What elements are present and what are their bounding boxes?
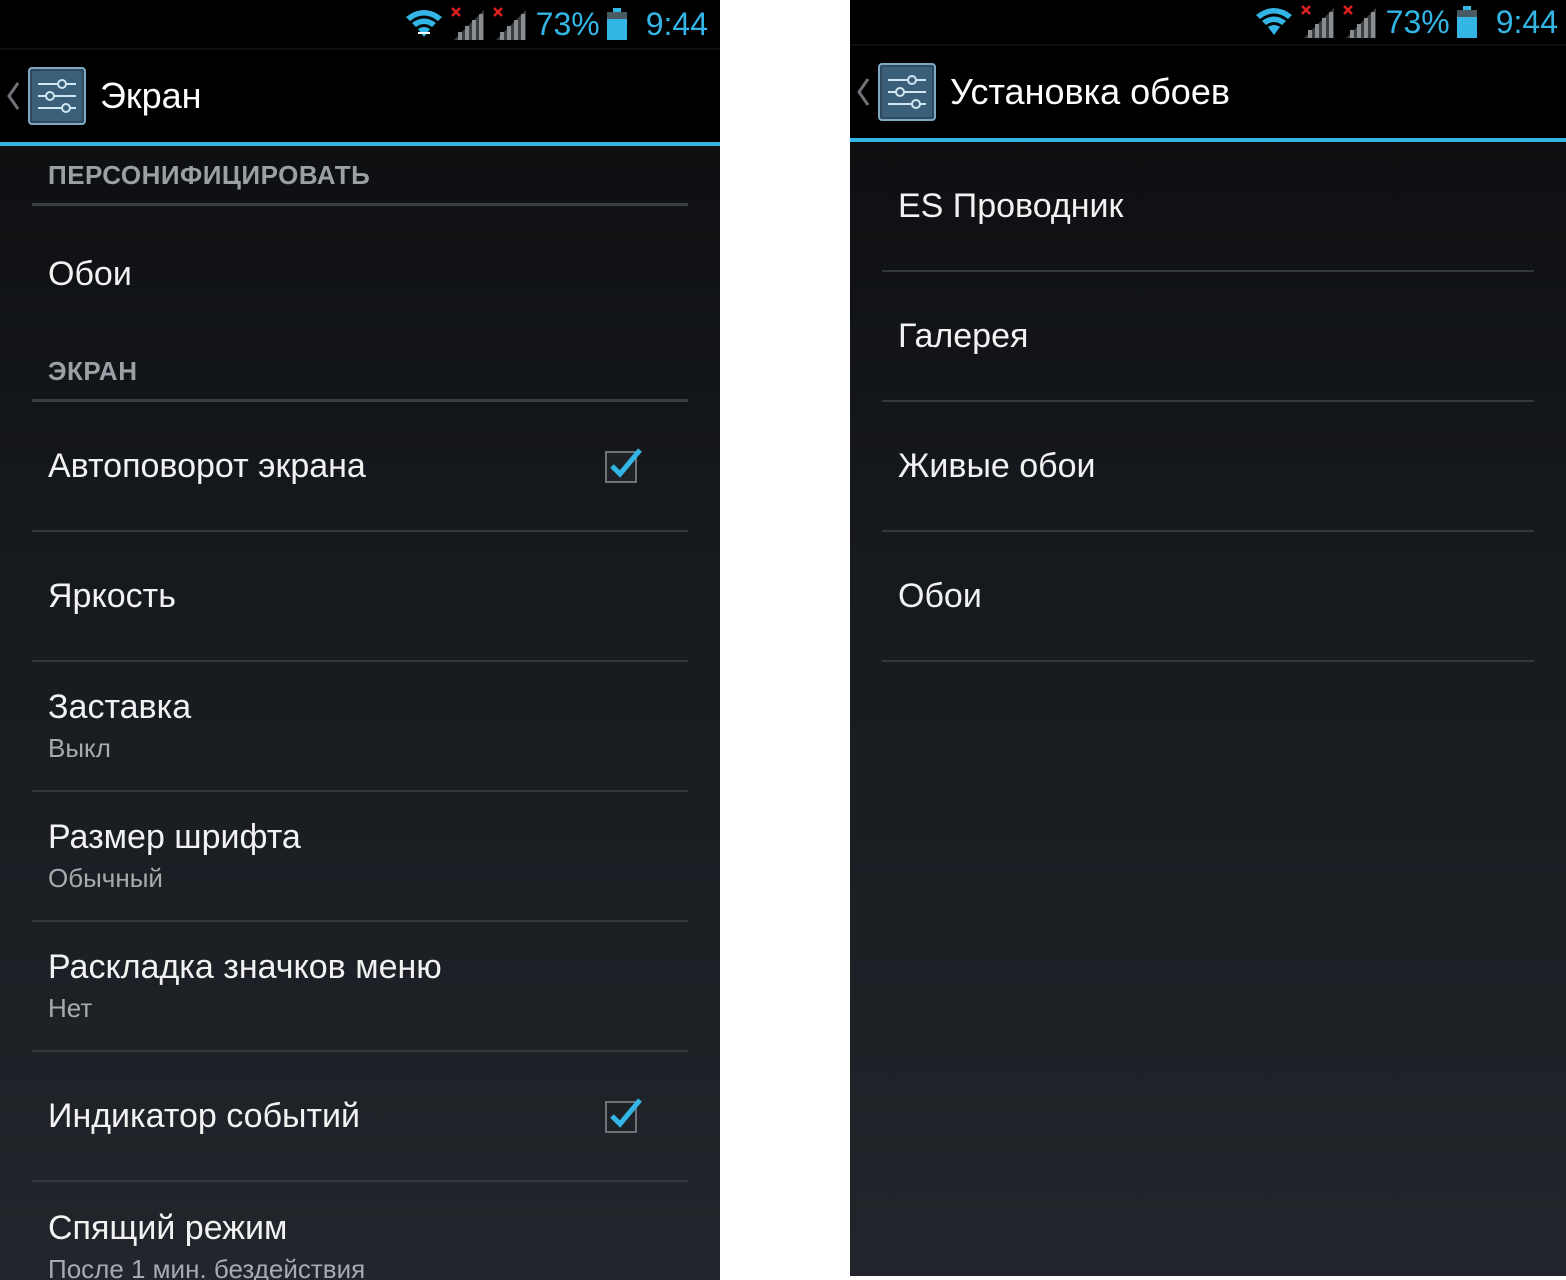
choice-wallpapers[interactable]: Обои: [882, 532, 1534, 662]
signal-no-sim-icon: [492, 6, 528, 42]
pref-autorotate[interactable]: Автоповорот экрана: [32, 402, 688, 532]
pref-title: Обои: [48, 255, 132, 293]
pref-title: Заставка: [48, 688, 192, 726]
signal-no-sim-icon: [450, 6, 486, 42]
display-settings-screen: 73% 9:44 Экран ПЕРСОНИФИЦИРОВАТЬ Обои ЭК…: [0, 0, 720, 1280]
pref-summary: Выкл: [48, 733, 111, 763]
action-bar: Установка обоев: [850, 46, 1566, 142]
pref-notification-light[interactable]: Индикатор событий: [32, 1052, 688, 1182]
pref-summary: Обычный: [48, 863, 163, 893]
pref-title: Автоповорот экрана: [48, 447, 366, 485]
choice-gallery[interactable]: Галерея: [882, 272, 1534, 402]
pref-summary: Нет: [48, 993, 93, 1023]
choice-live-wallpapers[interactable]: Живые обои: [882, 402, 1534, 532]
notification-light-checkbox[interactable]: [604, 1096, 644, 1136]
pref-menu-layout[interactable]: Раскладка значков меню Нет: [32, 922, 688, 1052]
page-title: Экран: [100, 75, 202, 116]
section-header-personalize: ПЕРСОНИФИЦИРОВАТЬ: [32, 146, 688, 206]
pref-title: Индикатор событий: [48, 1097, 361, 1135]
clock: 9:44: [645, 5, 708, 42]
signal-no-sim-icon: [1342, 4, 1378, 40]
settings-sliders-icon[interactable]: [878, 63, 936, 121]
status-bar: 73% 9:44: [850, 0, 1566, 44]
pref-sleep[interactable]: Спящий режим После 1 мин. бездействия: [32, 1182, 688, 1280]
battery-percent: 73%: [535, 5, 600, 42]
settings-sliders-icon[interactable]: [28, 67, 86, 125]
status-bar: 73% 9:44: [0, 0, 720, 48]
section-header-screen: ЭКРАН: [32, 342, 688, 402]
pref-title: Спящий режим: [48, 1209, 288, 1247]
battery-percent: 73%: [1385, 3, 1450, 40]
battery-icon: [606, 7, 628, 41]
pref-brightness[interactable]: Яркость: [32, 532, 688, 662]
set-wallpaper-screen: 73% 9:44 Установка обоев ES Проводник Га…: [850, 0, 1566, 1276]
back-caret-icon[interactable]: [856, 77, 874, 107]
settings-list: ПЕРСОНИФИЦИРОВАТЬ Обои ЭКРАН Автоповорот…: [32, 146, 688, 1280]
battery-icon: [1456, 5, 1478, 39]
wallpaper-source-list: ES Проводник Галерея Живые обои Обои: [882, 142, 1534, 662]
page-title: Установка обоев: [950, 71, 1230, 112]
wifi-icon: [404, 7, 444, 41]
action-bar: Экран: [0, 50, 720, 146]
choice-es-explorer[interactable]: ES Проводник: [882, 142, 1534, 272]
pref-summary: После 1 мин. бездействия: [48, 1254, 366, 1280]
autorotate-checkbox[interactable]: [604, 446, 644, 486]
pref-title: Яркость: [48, 577, 176, 615]
pref-title: Раскладка значков меню: [48, 948, 442, 986]
pref-title: Размер шрифта: [48, 818, 301, 856]
pref-font-size[interactable]: Размер шрифта Обычный: [32, 792, 688, 922]
pref-wallpaper[interactable]: Обои: [32, 206, 688, 342]
pref-daydream[interactable]: Заставка Выкл: [32, 662, 688, 792]
wifi-icon: [1254, 5, 1294, 39]
signal-no-sim-icon: [1300, 4, 1336, 40]
clock: 9:44: [1495, 3, 1558, 40]
back-caret-icon[interactable]: [6, 81, 24, 111]
